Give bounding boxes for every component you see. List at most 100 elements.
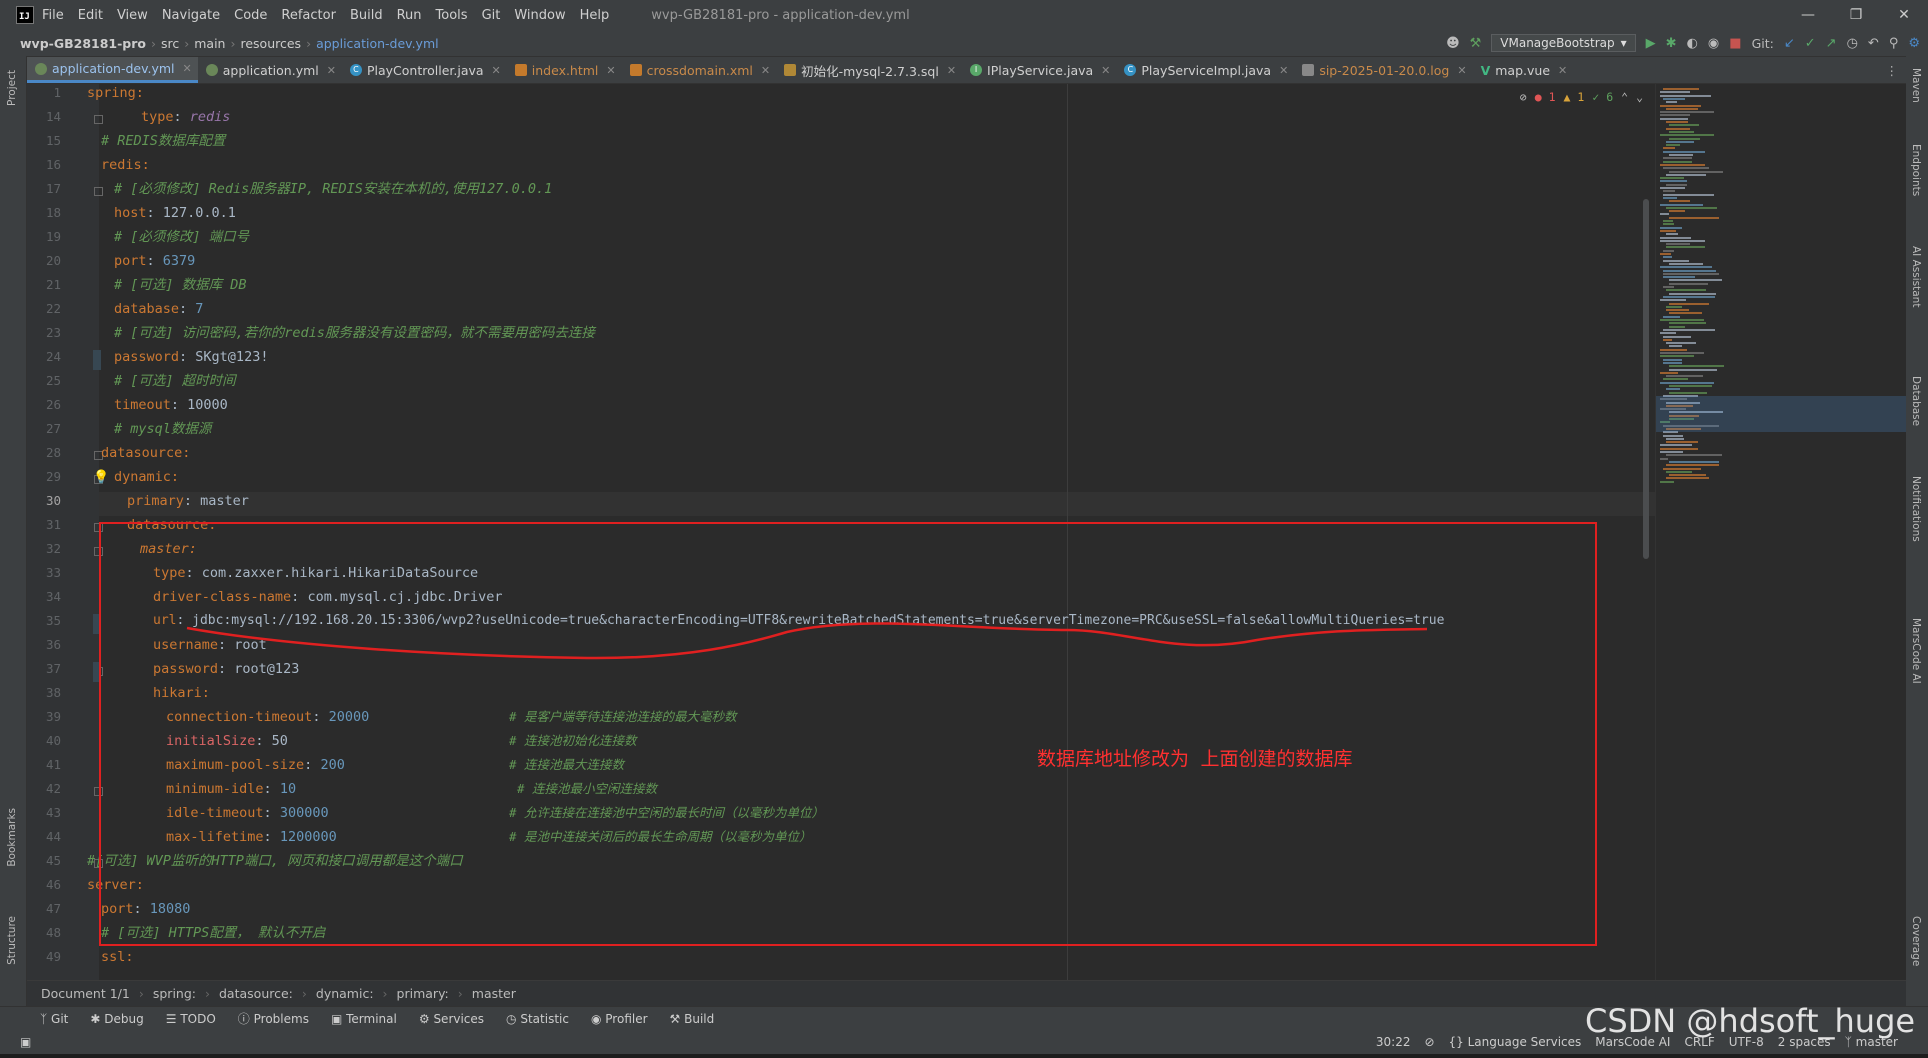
inspection-widget[interactable]: ⊘ ● 1 ▲ 1 ✓ 6 ⌃ ⌄ (1520, 90, 1643, 104)
tab-index-html[interactable]: index.html ✕ (507, 57, 622, 83)
problems-tool-button[interactable]: ⓘ Problems (238, 1010, 309, 1027)
scrollbar-thumb[interactable] (1643, 199, 1649, 559)
tab-playserviceimpl-java[interactable]: C PlayServiceImpl.java ✕ (1116, 57, 1294, 83)
crumb-project[interactable]: wvp-GB28181-pro (20, 36, 146, 51)
crumb-resources[interactable]: resources (240, 36, 301, 51)
menu-tools[interactable]: Tools (436, 8, 468, 23)
editor-scrollbar[interactable] (1642, 84, 1650, 980)
error-count[interactable]: ● 1 (1535, 90, 1556, 104)
warning-count[interactable]: ▲ 1 (1564, 90, 1585, 104)
code-editor[interactable]: ⊘ ● 1 ▲ 1 ✓ 6 ⌃ ⌄ 1 14 15 16 17 18 19 20… (27, 84, 1655, 980)
rollback-icon[interactable]: ↶ (1868, 37, 1879, 50)
code-minimap[interactable] (1655, 84, 1906, 980)
menu-help[interactable]: Help (580, 8, 610, 23)
menu-navigate[interactable]: Navigate (162, 8, 220, 23)
database-tool-button[interactable]: Database (1910, 376, 1922, 426)
crumb-master[interactable]: master (472, 986, 516, 1001)
close-tab-icon[interactable]: ✕ (492, 64, 501, 77)
build-hammer-icon[interactable]: ⚒ (1470, 37, 1482, 50)
language-services[interactable]: {} Language Services (1449, 1035, 1582, 1049)
previous-highlight-icon[interactable]: ⌃ (1621, 90, 1628, 104)
user-icon[interactable]: ☻ (1446, 37, 1460, 50)
close-icon[interactable]: ✕ (1880, 0, 1928, 30)
menu-file[interactable]: File (42, 8, 64, 23)
coverage-tool-button[interactable]: Coverage (1910, 916, 1922, 966)
git-push-icon[interactable]: ↗ (1826, 37, 1837, 50)
menu-git[interactable]: Git (482, 8, 501, 23)
project-tool-button[interactable]: Project (6, 70, 18, 106)
menu-code[interactable]: Code (234, 8, 267, 23)
close-tab-icon[interactable]: ✕ (1101, 64, 1110, 77)
run-configuration-select[interactable]: VManageBootstrap ▾ (1491, 34, 1636, 52)
restore-icon[interactable]: ❐ (1832, 0, 1880, 30)
tab-iplayservice-java[interactable]: I IPlayService.java ✕ (962, 57, 1116, 83)
vcs-change-marker[interactable] (93, 350, 101, 370)
tab-init-mysql-sql[interactable]: 初始化-mysql-2.7.3.sql ✕ (776, 57, 962, 83)
profiler-tool-button[interactable]: ◉ Profiler (591, 1012, 648, 1026)
git-update-icon[interactable]: ↙ (1784, 37, 1795, 50)
ok-count[interactable]: ✓ 6 (1592, 90, 1613, 104)
profile-icon[interactable]: ◉ (1708, 37, 1719, 50)
stop-icon[interactable]: ■ (1729, 37, 1741, 50)
minimize-icon[interactable]: — (1784, 0, 1832, 30)
marscode-tool-button[interactable]: MarsCode AI (1910, 618, 1922, 684)
menu-run[interactable]: Run (397, 8, 422, 23)
tab-sip-log[interactable]: sip-2025-01-20.0.log ✕ (1294, 57, 1472, 83)
close-tab-icon[interactable]: ✕ (1558, 64, 1567, 77)
bookmarks-tool-button[interactable]: Bookmarks (6, 808, 18, 867)
menu-window[interactable]: Window (514, 8, 565, 23)
close-tab-icon[interactable]: ✕ (606, 64, 615, 77)
caret-position[interactable]: 30:22 (1376, 1035, 1411, 1049)
git-tool-button[interactable]: ᛉ Git (40, 1012, 68, 1026)
crumb-spring[interactable]: spring: (153, 986, 196, 1001)
notifications-tool-button[interactable]: Notifications (1910, 476, 1922, 542)
endpoints-tool-button[interactable]: Endpoints (1910, 144, 1922, 196)
intention-bulb-icon[interactable]: 💡 (93, 470, 109, 485)
tab-playcontroller-java[interactable]: C PlayController.java ✕ (342, 57, 507, 83)
statistic-tool-button[interactable]: ◷ Statistic (506, 1012, 569, 1026)
git-commit-icon[interactable]: ✓ (1805, 37, 1816, 50)
run-icon[interactable]: ▶ (1646, 37, 1656, 50)
history-icon[interactable]: ◷ (1847, 37, 1858, 50)
menu-build[interactable]: Build (350, 8, 383, 23)
tab-application-dev-yml[interactable]: application-dev.yml ✕ (27, 57, 198, 83)
fold-marker-icon[interactable] (94, 187, 103, 196)
settings-icon[interactable]: ⚙ (1908, 37, 1920, 50)
maven-tool-button[interactable]: Maven (1910, 68, 1922, 103)
structure-tool-button[interactable]: Structure (6, 916, 18, 965)
build-tool-button[interactable]: ⚒ Build (670, 1012, 715, 1026)
close-tab-icon[interactable]: ✕ (1457, 64, 1466, 77)
coverage-icon[interactable]: ◐ (1687, 37, 1698, 50)
services-tool-button[interactable]: ⚙ Services (419, 1012, 484, 1026)
close-tab-icon[interactable]: ✕ (183, 62, 192, 75)
debug-icon[interactable]: ✱ (1666, 37, 1677, 50)
debug-tool-button[interactable]: ✱ Debug (90, 1012, 143, 1026)
readonly-toggle-icon[interactable]: ⊘ (1424, 1035, 1434, 1049)
terminal-tool-button[interactable]: ▣ Terminal (331, 1012, 397, 1026)
layout-icon[interactable]: ▣ (20, 1035, 31, 1049)
fold-marker-icon[interactable] (94, 115, 103, 124)
search-icon[interactable]: ⚲ (1889, 37, 1899, 50)
tab-application-yml[interactable]: application.yml ✕ (198, 57, 342, 83)
tabs-more-icon[interactable]: ⋮ (1886, 63, 1907, 78)
crumb-file[interactable]: application-dev.yml (316, 36, 439, 51)
menu-refactor[interactable]: Refactor (281, 8, 336, 23)
tab-map-vue[interactable]: Vmap.vue ✕ (1473, 57, 1574, 83)
reader-mode-icon[interactable]: ⊘ (1520, 90, 1527, 104)
crumb-src[interactable]: src (161, 36, 179, 51)
tab-crossdomain-xml[interactable]: crossdomain.xml ✕ (622, 57, 776, 83)
close-tab-icon[interactable]: ✕ (327, 64, 336, 77)
close-tab-icon[interactable]: ✕ (1279, 64, 1288, 77)
document-indicator[interactable]: Document 1/1 (41, 986, 130, 1001)
ai-assistant-tool-button[interactable]: AI Assistant (1910, 246, 1922, 307)
menu-edit[interactable]: Edit (78, 8, 103, 23)
menu-view[interactable]: View (117, 8, 148, 23)
todo-tool-button[interactable]: ☰ TODO (166, 1012, 216, 1026)
crumb-main[interactable]: main (194, 36, 225, 51)
crumb-dynamic[interactable]: dynamic: (316, 986, 374, 1001)
intellij-logo-icon[interactable]: IJ (16, 6, 34, 24)
minimap-viewport[interactable] (1656, 396, 1906, 432)
close-tab-icon[interactable]: ✕ (947, 64, 956, 77)
crumb-primary[interactable]: primary: (397, 986, 449, 1001)
close-tab-icon[interactable]: ✕ (761, 64, 770, 77)
